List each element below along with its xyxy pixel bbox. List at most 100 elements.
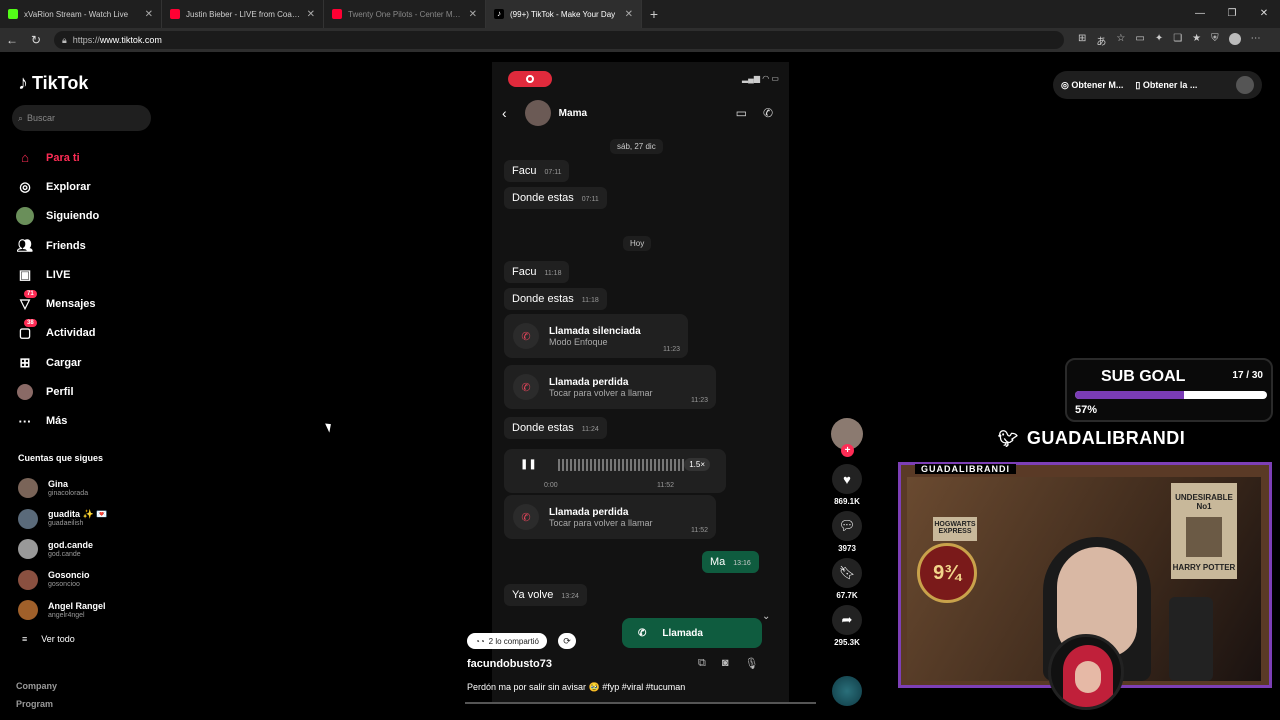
- nav-cargar[interactable]: ⊞ Cargar: [16, 348, 99, 377]
- shared-by-chip[interactable]: ◔◔ 2 lo compartió: [467, 633, 547, 649]
- see-all-link[interactable]: ≡ Ver todo: [22, 634, 75, 644]
- music-disc[interactable]: [832, 676, 862, 706]
- call-title: Llamada perdida: [549, 506, 629, 518]
- list-icon: ≡: [22, 634, 28, 644]
- following-item[interactable]: god.cande god.cande: [18, 534, 107, 565]
- tab-3[interactable]: Twenty One Pilots - Center Mass ✕: [324, 0, 486, 28]
- footer-links: Company Program: [16, 677, 57, 713]
- message-text: Ma: [710, 556, 726, 568]
- follow-plus-icon[interactable]: +: [841, 444, 854, 457]
- call-time: 11:23: [663, 346, 680, 353]
- window-controls: — ❐ ✕: [1184, 0, 1280, 28]
- sub-goal-count: 17 / 30: [1232, 370, 1263, 381]
- avatar: [18, 569, 38, 590]
- nav-live[interactable]: ▣ LIVE: [16, 260, 99, 289]
- nav-mas[interactable]: ··· Más: [16, 407, 99, 436]
- footer-link-company[interactable]: Company: [16, 677, 57, 695]
- split-screen-icon[interactable]: ▭: [1135, 33, 1144, 48]
- top-right-actions: ◎ Obtener M... ▯ Obtener la ...: [1053, 71, 1262, 99]
- following-item[interactable]: guadita ✨ 💌 guadaeilish: [18, 504, 107, 535]
- home-icon: ⌂: [21, 150, 29, 166]
- message-time: 11:18: [581, 297, 599, 304]
- search-input[interactable]: ⌕ Buscar: [12, 105, 151, 131]
- poster-text: HOGWARTS EXPRESS: [934, 521, 976, 535]
- call-time: 11:52: [691, 527, 708, 534]
- close-icon[interactable]: ✕: [145, 9, 153, 20]
- tab-1[interactable]: xVaRion Stream - Watch Live ✕: [0, 0, 162, 28]
- video-author[interactable]: facundobusto73: [467, 658, 552, 670]
- message-time: 07:11: [581, 196, 599, 203]
- profile-avatar[interactable]: [1228, 32, 1241, 45]
- voice-message: ❚❚ 1.5× 0:00 11:52: [504, 449, 726, 493]
- message-time: 11:24: [581, 426, 599, 433]
- nav-label: Siguiendo: [46, 210, 100, 223]
- following-item[interactable]: Gina ginacolorada: [18, 473, 107, 504]
- mouse-cursor: [325, 421, 334, 433]
- nav-siguiendo[interactable]: Siguiendo: [16, 202, 99, 231]
- close-icon[interactable]: ✕: [307, 9, 315, 20]
- nav-para-ti[interactable]: ⌂ Para ti: [16, 143, 99, 172]
- close-window-button[interactable]: ✕: [1248, 0, 1280, 28]
- comment-button[interactable]: 💬︎ 3973: [830, 511, 864, 554]
- call-time: 11:23: [691, 397, 708, 404]
- sub-goal-label: SUB GOAL: [1101, 368, 1186, 385]
- following-item[interactable]: Gosoncio gosoncioo: [18, 565, 107, 596]
- more-menu-icon[interactable]: ⋯: [1251, 33, 1261, 48]
- notification-badge: 38: [24, 319, 37, 328]
- message-time: 13:16: [733, 560, 751, 567]
- apps-icon[interactable]: ⊞: [1078, 33, 1086, 48]
- url-field[interactable]: 🔒︎ https://www.tiktok.com: [54, 31, 1064, 49]
- maximize-button[interactable]: ❐: [1216, 0, 1248, 28]
- nav-mensajes[interactable]: ▽ 71 Mensajes: [16, 289, 99, 318]
- tab-2[interactable]: Justin Bieber - LIVE from Coachella ✕: [162, 0, 324, 28]
- message-text: Donde estas: [512, 192, 574, 204]
- tab-4[interactable]: ♪ (99+) TikTok - Make Your Day ✕: [486, 0, 642, 28]
- date-separator: Hoy: [623, 236, 652, 251]
- repost-icon[interactable]: ⟳: [558, 633, 576, 649]
- following-item[interactable]: Angel Rangel angelr4ngel: [18, 595, 107, 626]
- tiktok-logo[interactable]: ♪ TikTok: [18, 72, 88, 95]
- share-button[interactable]: ➦ 295.3K: [830, 605, 864, 648]
- save-button[interactable]: 🔖︎ 67.7K: [830, 558, 864, 601]
- back-button[interactable]: ←: [0, 33, 24, 47]
- like-button[interactable]: ♥ 869.1K: [830, 464, 864, 507]
- favorite-star-icon[interactable]: ☆: [1116, 33, 1125, 48]
- message-text: Donde estas: [512, 422, 574, 434]
- close-icon[interactable]: ✕: [625, 9, 633, 20]
- tab-title: (99+) TikTok - Make Your Day: [510, 9, 616, 19]
- footer-link-program[interactable]: Program: [16, 695, 57, 713]
- video-player[interactable]: ▂▄▆ ◠ ▭ ‹ Mama ▭ ✆ sáb, 27 dic Facu 07:11 …: [492, 62, 789, 702]
- missed-call-icon: ✆: [513, 504, 539, 530]
- nav-friends[interactable]: 👥︎ Friends: [16, 231, 99, 260]
- get-app-button[interactable]: ▯ Obtener la ...: [1135, 80, 1197, 91]
- minimize-button[interactable]: —: [1184, 0, 1216, 28]
- mic-icon[interactable]: 🎙︎: [745, 657, 759, 670]
- save-count: 67.7K: [836, 591, 858, 600]
- user-avatar[interactable]: [1236, 76, 1254, 94]
- extensions-icon[interactable]: ✦: [1155, 33, 1163, 48]
- camera-icon[interactable]: ◙: [722, 657, 729, 670]
- message-text: Donde estas: [512, 293, 574, 305]
- tab-title: Justin Bieber - LIVE from Coachella: [186, 9, 301, 19]
- account-name: god.cande: [48, 539, 94, 550]
- nav-label: Más: [46, 415, 68, 428]
- nav-explorar[interactable]: ◎ Explorar: [16, 172, 99, 201]
- main-nav: ⌂ Para ti ◎ Explorar Siguiendo 👥︎ Friends ▣…: [16, 143, 99, 436]
- favorites-icon[interactable]: ★: [1192, 33, 1201, 48]
- nav-perfil[interactable]: Perfil: [16, 377, 99, 406]
- video-progress-bar[interactable]: [465, 702, 816, 704]
- translate-icon[interactable]: あ: [1096, 33, 1106, 48]
- poster-text: HARRY POTTER: [1172, 563, 1236, 572]
- collections-icon[interactable]: ❏: [1173, 33, 1182, 48]
- close-icon[interactable]: ✕: [469, 9, 477, 20]
- get-coins-button[interactable]: ◎ Obtener M...: [1061, 80, 1123, 91]
- pip-icon[interactable]: ⧉: [698, 657, 706, 670]
- share-count: 295.3K: [834, 638, 860, 647]
- toolbar-icons: ⊞ あ ☆ ▭ ✦ ❏ ★ ⛨ ⋯: [1078, 32, 1261, 48]
- new-tab-button[interactable]: +: [642, 6, 666, 22]
- nav-label: Explorar: [46, 180, 91, 193]
- nav-actividad[interactable]: ▢ 38 Actividad: [16, 319, 99, 348]
- reload-button[interactable]: ↻: [24, 33, 48, 47]
- shield-icon[interactable]: ⛨: [1211, 33, 1219, 48]
- author-avatar[interactable]: +: [831, 418, 863, 457]
